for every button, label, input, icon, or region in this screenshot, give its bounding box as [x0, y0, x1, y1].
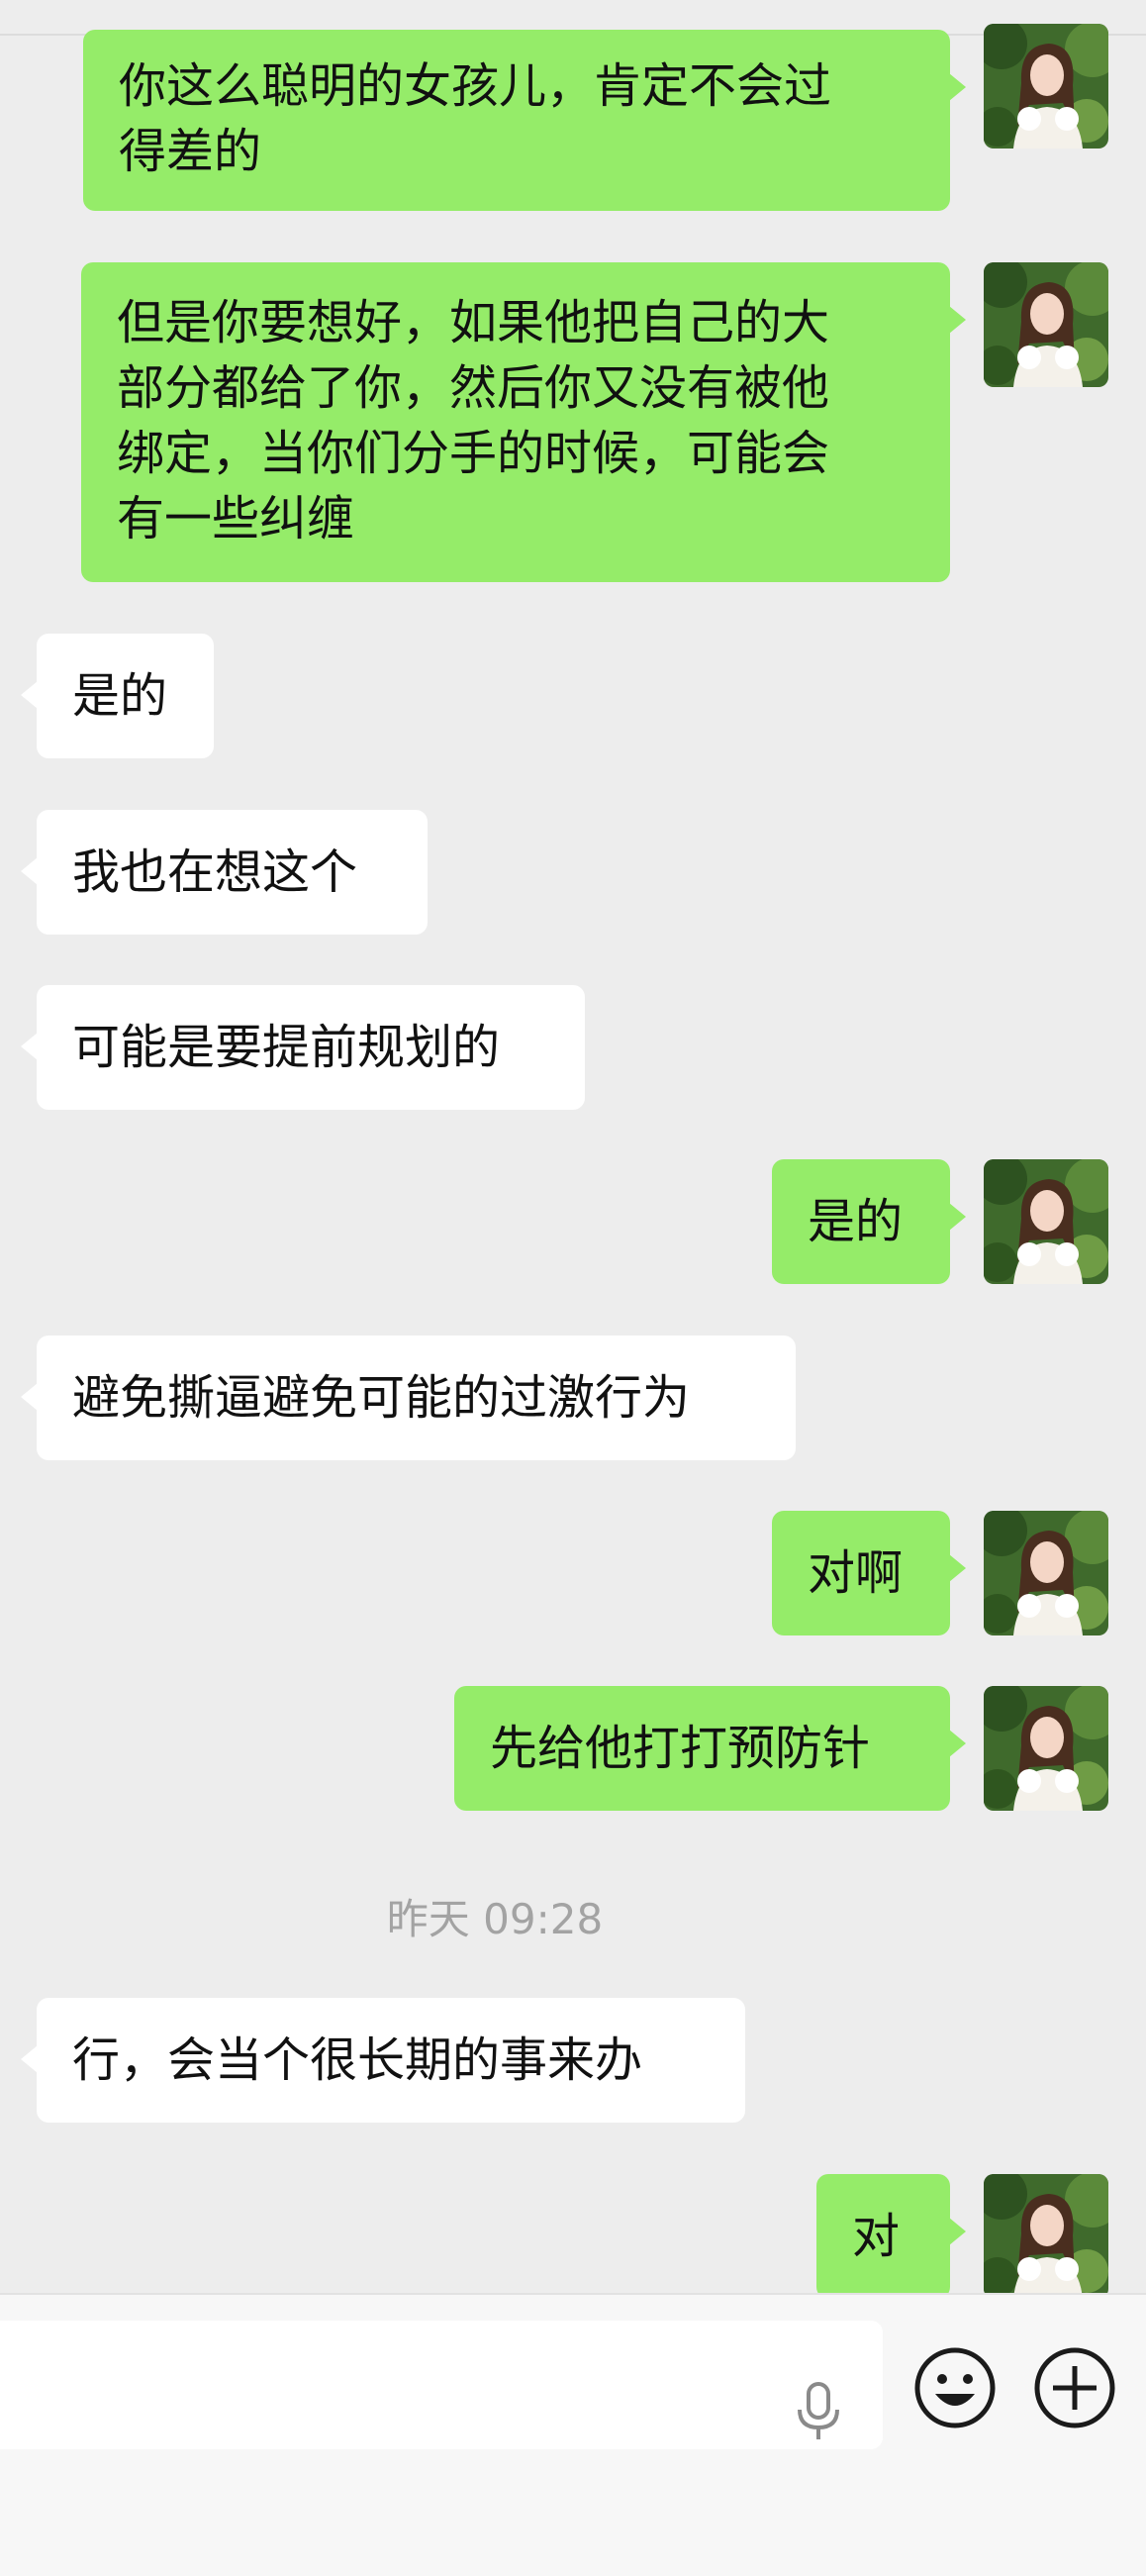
- user-avatar[interactable]: [984, 1511, 1108, 1635]
- user-avatar[interactable]: [984, 2174, 1108, 2293]
- message-bubble-sent[interactable]: 但是你要想好，如果他把自己的大 部分都给了你，然后你又没有被他 绑定，当你们分手…: [81, 262, 966, 582]
- message-bubble-received[interactable]: 行，会当个很长期的事来办: [21, 1998, 745, 2123]
- message-bubble-received[interactable]: 是的: [21, 634, 214, 758]
- message-bubble-received[interactable]: 避免撕逼避免可能的过激行为: [21, 1336, 796, 1460]
- message-bubble-sent[interactable]: 是的: [772, 1159, 966, 1284]
- message-bubble-received[interactable]: 我也在想这个: [21, 810, 428, 935]
- message-bubble-sent[interactable]: 对啊: [772, 1511, 966, 1635]
- chat-input-bar: [0, 2293, 1146, 2576]
- plus-circle-icon[interactable]: [1033, 2346, 1116, 2429]
- user-avatar[interactable]: [984, 1686, 1108, 1811]
- microphone-icon[interactable]: [792, 2382, 845, 2441]
- message-bubble-sent[interactable]: 先给他打打预防针: [454, 1686, 966, 1811]
- user-avatar[interactable]: [984, 1159, 1108, 1284]
- user-avatar[interactable]: [984, 262, 1108, 387]
- chat-area[interactable]: 你这么聪明的女孩儿，肯定不会过 得差的 但是你要想好，如果他把自己的大 部分都给…: [0, 0, 1146, 2293]
- message-timestamp: 昨天 09:28: [386, 1895, 604, 1943]
- message-input[interactable]: [0, 2321, 883, 2449]
- emoji-icon[interactable]: [913, 2346, 997, 2429]
- message-bubble-sent[interactable]: 你这么聪明的女孩儿，肯定不会过 得差的: [83, 30, 966, 211]
- user-avatar[interactable]: [984, 24, 1108, 149]
- message-bubble-sent[interactable]: 对: [816, 2174, 966, 2293]
- bottom-safe-area: [0, 2515, 1146, 2576]
- message-bubble-received[interactable]: 可能是要提前规划的: [21, 985, 585, 1110]
